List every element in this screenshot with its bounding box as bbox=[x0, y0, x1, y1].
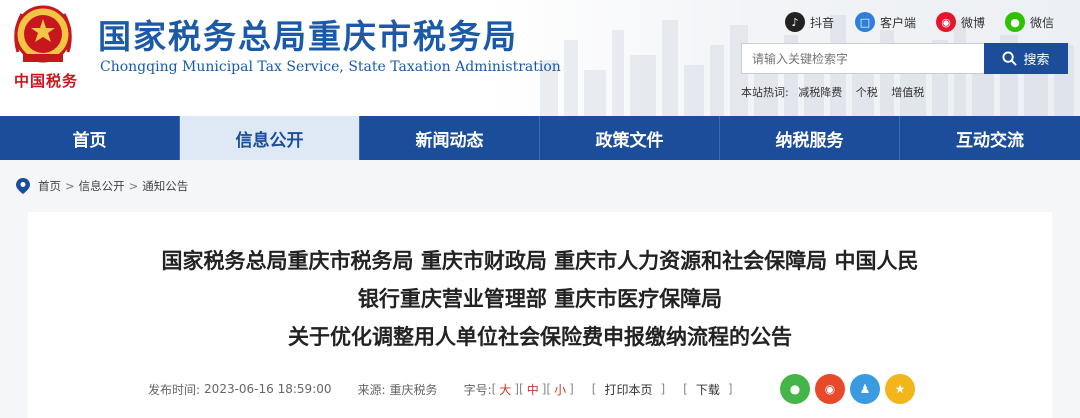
location-pin-icon bbox=[16, 178, 30, 194]
weibo-share-icon[interactable]: ◉ bbox=[815, 374, 845, 404]
main-nav: 首页 信息公开 新闻动态 政策文件 纳税服务 互动交流 bbox=[0, 116, 1080, 160]
hot-word[interactable]: 增值税 bbox=[891, 86, 924, 99]
search-button-label: 搜索 bbox=[1023, 52, 1050, 67]
article-title: 国家税务总局重庆市税务局 重庆市财政局 重庆市人力资源和社会保障局 中国人民 银… bbox=[28, 212, 1052, 356]
hot-word[interactable]: 个税 bbox=[856, 86, 878, 99]
article-title-line: 国家税务总局重庆市税务局 重庆市财政局 重庆市人力资源和社会保障局 中国人民 bbox=[161, 249, 919, 273]
font-size-medium-button[interactable]: 中 bbox=[527, 381, 539, 398]
logo-text: 中国税务 bbox=[14, 72, 79, 90]
breadcrumb: 首页 > 信息公开 > 通知公告 bbox=[0, 160, 1080, 212]
social-links: ♪ 抖音 □ 客户端 ◉ 微博 ● 微信 bbox=[780, 11, 1080, 33]
hot-word[interactable]: 减税降费 bbox=[798, 86, 842, 99]
wechat-icon: ● bbox=[1005, 12, 1025, 32]
font-size-large-button[interactable]: 大 bbox=[499, 381, 511, 398]
nav-item-news[interactable]: 新闻动态 bbox=[360, 116, 540, 160]
breadcrumb-current: 通知公告 bbox=[142, 179, 189, 193]
social-weibo[interactable]: ◉ 微博 bbox=[936, 11, 985, 33]
nav-item-home[interactable]: 首页 bbox=[0, 116, 180, 160]
search-input[interactable] bbox=[741, 43, 985, 74]
source-value: 重庆税务 bbox=[389, 382, 438, 397]
nav-item-policy[interactable]: 政策文件 bbox=[540, 116, 720, 160]
site-header: 中国税务 国家税务总局重庆市税务局 Chongqing Municipal Ta… bbox=[0, 0, 1080, 116]
source-label: 来源: bbox=[357, 382, 386, 397]
nav-item-tax-service[interactable]: 纳税服务 bbox=[720, 116, 900, 160]
breadcrumb-info-disclosure[interactable]: 信息公开 bbox=[79, 178, 125, 194]
site-title[interactable]: 国家税务总局重庆市税务局 bbox=[98, 10, 518, 58]
breadcrumb-separator: > bbox=[65, 179, 75, 193]
douyin-icon: ♪ bbox=[785, 12, 805, 32]
app-client-icon: □ bbox=[855, 12, 875, 32]
social-label: 微博 bbox=[961, 15, 986, 30]
article-title-line: 银行重庆营业管理部 重庆市医疗保障局 bbox=[357, 287, 723, 311]
font-size-small-button[interactable]: 小 bbox=[554, 381, 566, 398]
breadcrumb-home[interactable]: 首页 bbox=[38, 178, 61, 194]
article-title-line: 关于优化调整用人单位社会保险费申报缴纳流程的公告 bbox=[288, 325, 792, 349]
nav-item-interaction[interactable]: 互动交流 bbox=[900, 116, 1080, 160]
wechat-share-icon[interactable]: ● bbox=[780, 374, 810, 404]
hot-words: 本站热词: 减税降费 个税 增值税 bbox=[741, 84, 934, 100]
weibo-icon: ◉ bbox=[936, 12, 956, 32]
social-wechat[interactable]: ● 微信 bbox=[1005, 11, 1054, 33]
social-douyin[interactable]: ♪ 抖音 bbox=[785, 11, 834, 33]
social-label: 抖音 bbox=[810, 15, 835, 30]
article-meta: 发布时间: 2023-06-16 18:59:00 来源: 重庆税务 字号: [… bbox=[148, 381, 733, 398]
font-size-label: 字号: bbox=[463, 382, 492, 397]
search-button[interactable]: 搜索 bbox=[984, 43, 1068, 74]
print-button[interactable]: 打印本页 bbox=[604, 381, 652, 398]
breadcrumb-separator: > bbox=[128, 179, 139, 193]
article-card: 国家税务总局重庆市税务局 重庆市财政局 重庆市人力资源和社会保障局 中国人民 银… bbox=[28, 212, 1052, 418]
nav-item-info-disclosure[interactable]: 信息公开 bbox=[180, 116, 360, 160]
hot-words-label: 本站热词: bbox=[741, 86, 789, 99]
search-icon bbox=[1002, 51, 1018, 66]
social-client[interactable]: □ 客户端 bbox=[855, 11, 916, 33]
publish-time: 2023-06-16 18:59:00 bbox=[204, 382, 332, 396]
qq-share-icon[interactable]: ♟ bbox=[850, 374, 880, 404]
publish-label: 发布时间: bbox=[148, 382, 201, 397]
qzone-share-icon[interactable]: ★ bbox=[885, 374, 915, 404]
site-subtitle: Chongqing Municipal Tax Service, State T… bbox=[100, 59, 561, 75]
share-bar: ● ◉ ♟ ★ bbox=[780, 374, 920, 404]
social-label: 客户端 bbox=[880, 15, 917, 30]
download-button[interactable]: 下载 bbox=[696, 381, 720, 398]
social-label: 微信 bbox=[1030, 15, 1055, 30]
